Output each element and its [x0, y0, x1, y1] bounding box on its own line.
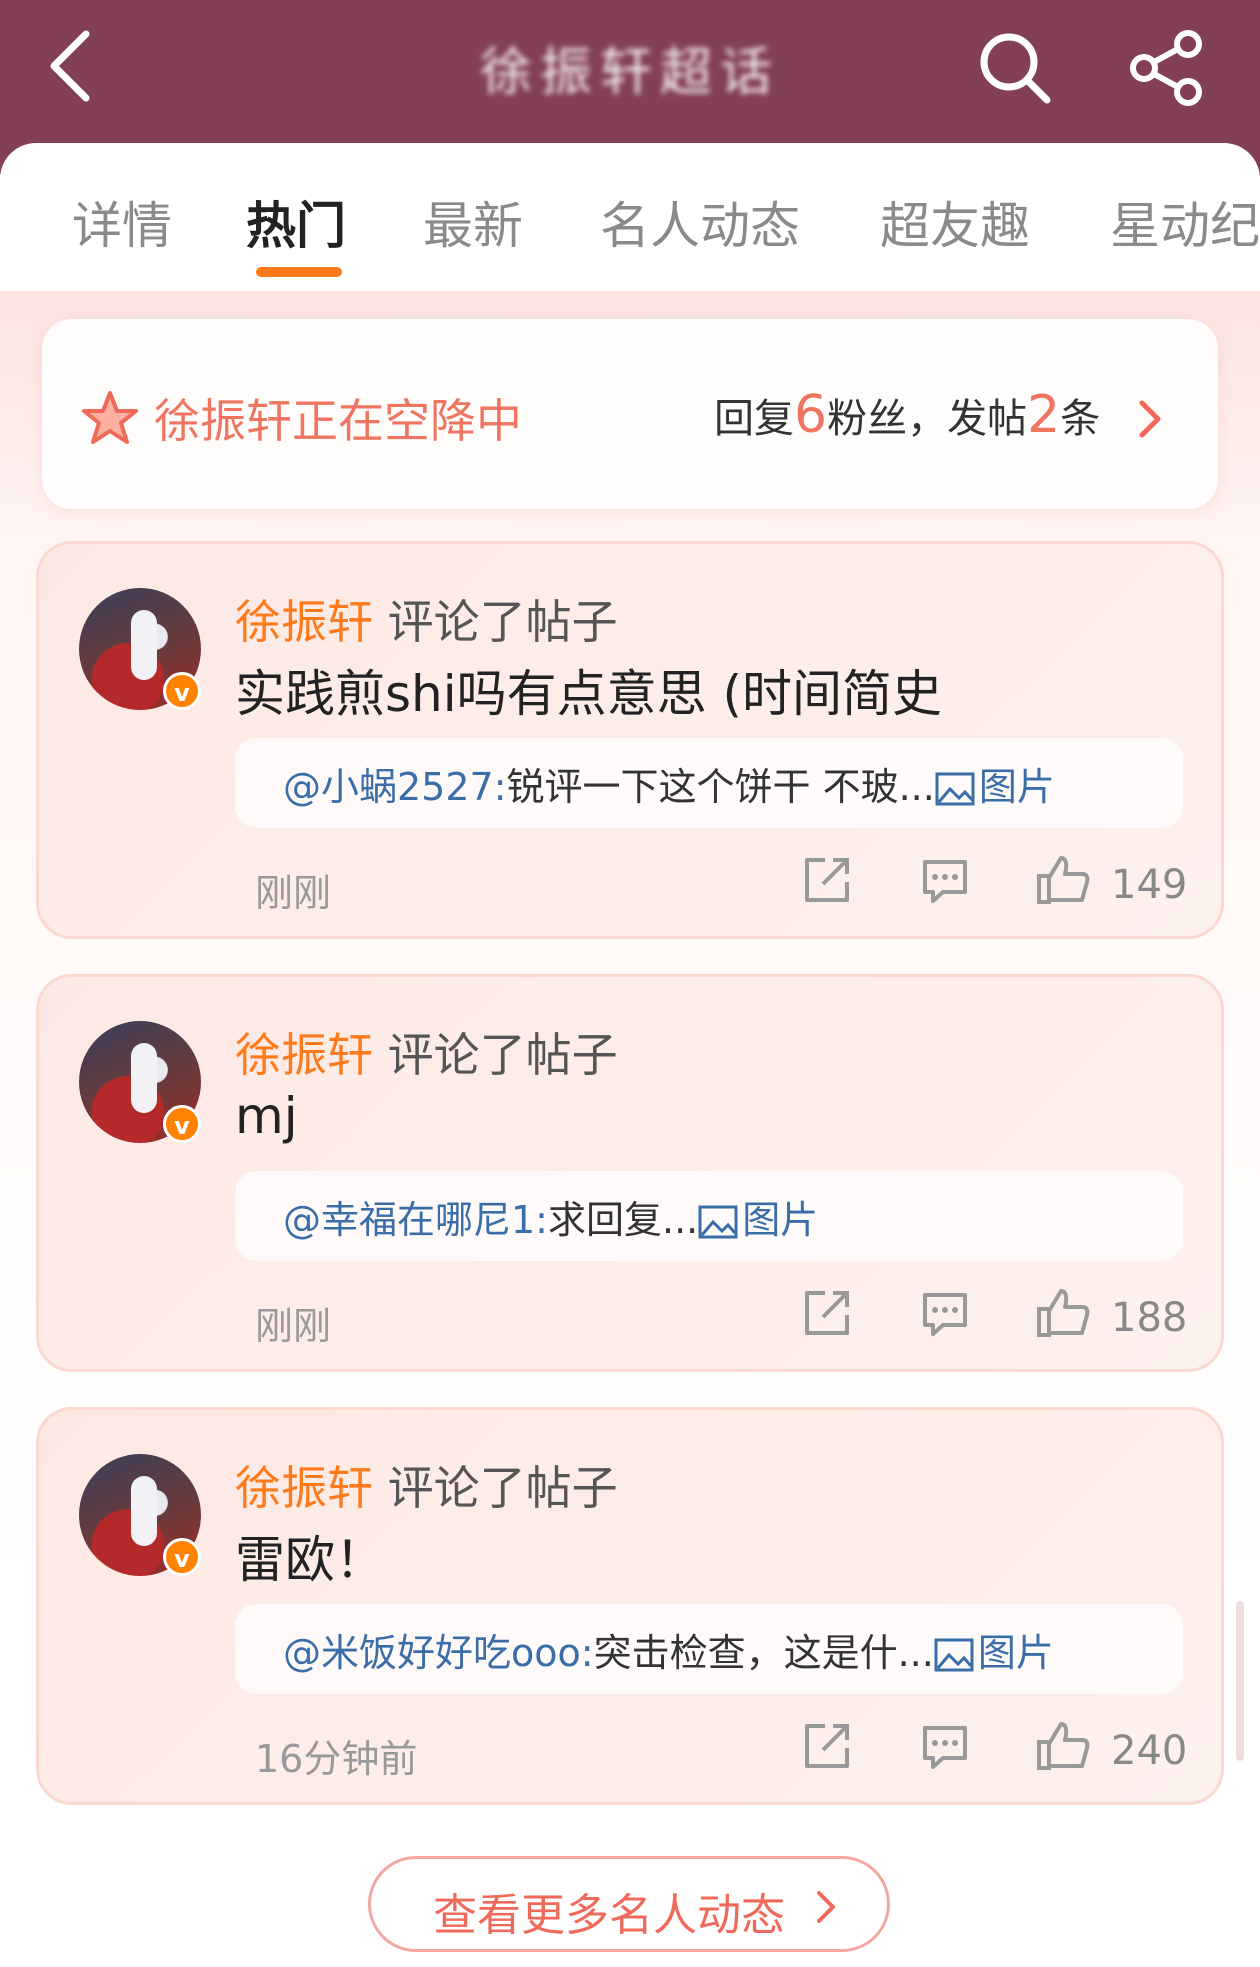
comment-text: mj	[235, 1087, 298, 1145]
tab-star-record[interactable]: 星动纪	[1110, 186, 1260, 258]
comment-icon[interactable]	[917, 1285, 973, 1341]
timestamp: 刚刚	[255, 1304, 332, 1348]
like-icon[interactable]	[1035, 852, 1091, 908]
verified-badge-icon: v	[163, 1105, 201, 1143]
image-icon	[935, 772, 975, 806]
like-icon[interactable]	[1035, 1718, 1091, 1774]
stats-middle: 粉丝，发帖	[827, 396, 1028, 442]
share-icon[interactable]	[1128, 28, 1208, 108]
post-card[interactable]: v 徐振轩 评论了帖子 雷欧！ @米饭好好吃ooo:突击检查，这是什... 图片 …	[36, 1407, 1224, 1805]
fans-count: 6	[794, 385, 828, 445]
stats-suffix: 条	[1060, 396, 1101, 442]
chevron-left-icon[interactable]	[42, 26, 96, 106]
quote-excerpt: 求回复...	[547, 1198, 699, 1242]
mention-link[interactable]: @小蜗2527:	[283, 765, 507, 809]
quoted-post-text: @小蜗2527:锐评一下这个饼干 不玻... 图片	[283, 756, 1055, 811]
quoted-post-text: @米饭好好吃ooo:突击检查，这是什... 图片	[283, 1622, 1054, 1677]
like-count: 149	[1111, 862, 1188, 908]
avatar[interactable]: v	[79, 588, 201, 710]
post-headline: 徐振轩 评论了帖子	[235, 1019, 618, 1085]
comment-text: 雷欧！	[235, 1531, 385, 1589]
view-more-celebrity-updates-button[interactable]: 查看更多名人动态	[368, 1856, 890, 1952]
repost-icon[interactable]	[799, 1285, 855, 1341]
like-count: 188	[1111, 1295, 1188, 1341]
image-icon	[698, 1205, 738, 1239]
scrollbar[interactable]	[1236, 1601, 1244, 1761]
tab-details[interactable]: 详情	[72, 186, 172, 258]
quoted-post[interactable]: @幸福在哪尼1:求回复... 图片	[235, 1171, 1183, 1261]
repost-icon[interactable]	[799, 852, 855, 908]
post-action: 评论了帖子	[387, 595, 618, 649]
username-link[interactable]: 徐振轩	[235, 595, 373, 649]
mention-link[interactable]: @米饭好好吃ooo:	[283, 1631, 594, 1675]
avatar-figure	[131, 610, 157, 680]
page-title: 徐振轩超话	[479, 43, 780, 103]
quote-excerpt: 突击检查，这是什...	[593, 1631, 934, 1675]
timestamp: 刚刚	[255, 871, 332, 915]
image-link[interactable]: 图片	[978, 1631, 1054, 1675]
tab-super-fan-fun[interactable]: 超友趣	[880, 186, 1030, 258]
post-card[interactable]: v 徐振轩 评论了帖子 实践煎shi吗有点意思 (时间简史 @小蜗2527:锐评…	[36, 541, 1224, 939]
tab-celebrity-updates[interactable]: 名人动态	[600, 186, 800, 258]
tab-hot[interactable]: 热门	[246, 186, 346, 258]
posts-count: 2	[1027, 385, 1061, 445]
verified-badge-icon: v	[163, 1538, 201, 1576]
avatar[interactable]: v	[79, 1021, 201, 1143]
comment-text: 实践煎shi吗有点意思 (时间简史	[235, 665, 943, 723]
image-link[interactable]: 图片	[742, 1198, 818, 1242]
view-more-label: 查看更多名人动态	[433, 1890, 785, 1941]
like-icon[interactable]	[1035, 1285, 1091, 1341]
search-icon[interactable]	[975, 28, 1055, 108]
post-action: 评论了帖子	[387, 1461, 618, 1515]
airdrop-banner[interactable]: 徐振轩正在空降中 回复6粉丝，发帖2条	[42, 319, 1218, 509]
quote-excerpt: 锐评一下这个饼干 不玻...	[506, 765, 935, 809]
chevron-right-icon	[817, 1891, 835, 1923]
active-tab-indicator	[256, 267, 342, 277]
quoted-post-text: @幸福在哪尼1:求回复... 图片	[283, 1189, 818, 1244]
avatar-figure	[131, 1476, 157, 1546]
image-icon	[934, 1638, 974, 1672]
star-icon	[82, 391, 138, 444]
timestamp: 16分钟前	[255, 1737, 418, 1781]
like-count: 240	[1111, 1728, 1188, 1774]
stats-prefix: 回复	[714, 396, 794, 442]
tab-bar: 详情 热门 最新 名人动态 超友趣 星动纪	[0, 143, 1260, 291]
tab-latest[interactable]: 最新	[423, 186, 523, 258]
image-link[interactable]: 图片	[979, 765, 1055, 809]
post-headline: 徐振轩 评论了帖子	[235, 1452, 618, 1518]
post-action: 评论了帖子	[387, 1028, 618, 1082]
quoted-post[interactable]: @米饭好好吃ooo:突击检查，这是什... 图片	[235, 1604, 1183, 1694]
chevron-right-icon	[1139, 400, 1161, 438]
airdrop-label: 徐振轩正在空降中	[154, 394, 522, 448]
verified-badge-icon: v	[163, 672, 201, 710]
airdrop-stats[interactable]: 回复6粉丝，发帖2条	[714, 385, 1100, 445]
username-link[interactable]: 徐振轩	[235, 1461, 373, 1515]
quoted-post[interactable]: @小蜗2527:锐评一下这个饼干 不玻... 图片	[235, 738, 1183, 828]
repost-icon[interactable]	[799, 1718, 855, 1774]
mention-link[interactable]: @幸福在哪尼1:	[283, 1198, 548, 1242]
username-link[interactable]: 徐振轩	[235, 1028, 373, 1082]
post-headline: 徐振轩 评论了帖子	[235, 586, 618, 652]
comment-icon[interactable]	[917, 1718, 973, 1774]
comment-icon[interactable]	[917, 852, 973, 908]
post-card[interactable]: v 徐振轩 评论了帖子 mj @幸福在哪尼1:求回复... 图片 刚刚 188	[36, 974, 1224, 1372]
avatar-figure	[131, 1043, 157, 1113]
content-area: 徐振轩正在空降中 回复6粉丝，发帖2条 v 徐振轩 评论了帖子 实践煎shi吗有…	[0, 291, 1260, 1967]
avatar[interactable]: v	[79, 1454, 201, 1576]
